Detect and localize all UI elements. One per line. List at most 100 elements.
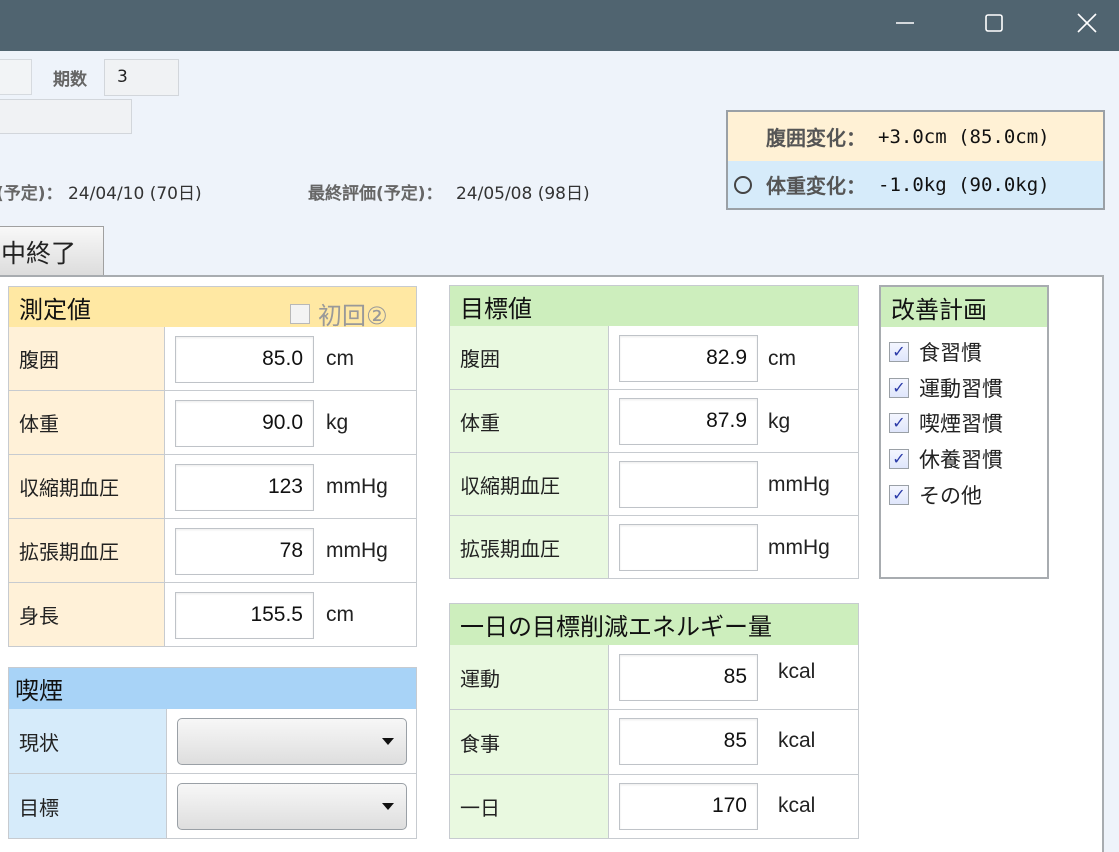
change-summary-box: 腹囲変化： +3.0cm (85.0cm) 体重変化： -1.0kg (90.0…	[726, 110, 1105, 210]
waist-change-row: 腹囲変化： +3.0cm (85.0cm)	[728, 112, 1103, 161]
energy-row-label: 運動	[460, 666, 500, 691]
energy-row-label: 一日	[460, 796, 500, 820]
first-visit-checkbox[interactable]: 初回②	[290, 296, 388, 331]
measure-row-label: 身長	[19, 604, 59, 628]
target-diastolic-input[interactable]	[619, 524, 758, 571]
plan-item-label: その他	[919, 484, 982, 508]
target-unit: kg	[768, 410, 791, 433]
close-icon	[1077, 13, 1097, 33]
target-unit: mmHg	[768, 536, 830, 559]
plan-item-label: 喫煙習慣	[919, 412, 1003, 436]
energy-unit: kcal	[778, 794, 816, 817]
chevron-down-icon	[382, 803, 394, 810]
daily-energy-input[interactable]: 170	[619, 783, 758, 830]
partial-input-field[interactable]	[0, 59, 32, 95]
period-label: 期数	[53, 70, 87, 90]
energy-row-label: 食事	[460, 731, 500, 756]
plan-item-exercise[interactable]: ✓ 運動習慣	[889, 373, 1003, 403]
measure-unit: cm	[326, 603, 354, 626]
checkbox-checked-icon: ✓	[889, 485, 909, 505]
measurements-title: 測定値	[19, 295, 91, 324]
checkbox-checked-icon: ✓	[889, 378, 909, 398]
smoking-row-label: 現状	[19, 730, 59, 755]
chevron-down-icon	[382, 738, 394, 745]
mid-evaluation-schedule: (予定)： 24/04/10 (70日)	[0, 179, 202, 204]
target-unit: mmHg	[768, 473, 830, 496]
weight-input[interactable]: 90.0	[175, 400, 314, 447]
weight-change-value: -1.0kg (90.0kg)	[878, 173, 1050, 196]
plan-item-other[interactable]: ✓ その他	[889, 480, 982, 510]
measure-row-label: 拡張期血圧	[19, 540, 119, 564]
maximize-button[interactable]	[971, 0, 1017, 46]
mid-evaluation-label: (予定)：	[0, 184, 63, 204]
diastolic-bp-input[interactable]: 78	[175, 528, 314, 575]
close-button[interactable]	[1064, 0, 1110, 46]
diet-energy-input[interactable]: 85	[619, 718, 758, 765]
targets-title: 目標値	[460, 294, 532, 323]
measurements-table: 測定値 初回② 腹囲 85.0 cm 体重 90.0 kg 収縮期血圧 123 …	[8, 286, 417, 647]
height-input[interactable]: 155.5	[175, 592, 314, 639]
targets-header: 目標値	[450, 286, 858, 326]
target-row-label: 腹囲	[460, 347, 500, 371]
measure-row-label: 腹囲	[19, 348, 59, 372]
target-row-label: 拡張期血圧	[460, 536, 560, 561]
target-unit: cm	[768, 347, 796, 370]
plan-item-label: 食習慣	[919, 341, 982, 365]
target-weight-input[interactable]: 87.9	[619, 398, 758, 445]
target-row-label: 収縮期血圧	[460, 473, 560, 498]
plan-header: 改善計画	[881, 287, 1047, 327]
tab-interim-end[interactable]: 中終了	[0, 226, 104, 276]
targets-table: 目標値 腹囲 82.9 cm 体重 87.9 kg 収縮期血圧 mmHg 拡張期…	[449, 285, 859, 579]
weight-change-label: 体重変化：	[766, 174, 866, 198]
title-bar	[0, 0, 1119, 51]
energy-unit: kcal	[778, 660, 816, 683]
energy-title: 一日の目標削減エネルギー量	[460, 613, 772, 641]
energy-table: 一日の目標削減エネルギー量 運動 85 kcal 食事 85 kcal 一日 1…	[449, 603, 859, 839]
maximize-icon	[985, 14, 1003, 32]
measure-unit: mmHg	[326, 475, 388, 498]
smoking-table: 喫煙 現状 目標	[8, 667, 417, 839]
smoking-title: 喫煙	[15, 677, 63, 705]
measure-unit: mmHg	[326, 539, 388, 562]
target-systolic-input[interactable]	[619, 461, 758, 508]
measure-row-label: 収縮期血圧	[19, 476, 119, 500]
first-visit-label: 初回②	[318, 302, 388, 330]
period-field[interactable]: 3	[104, 59, 179, 96]
target-row-label: 体重	[460, 410, 500, 435]
checkbox-checked-icon: ✓	[889, 449, 909, 469]
checkbox-checked-icon: ✓	[889, 342, 909, 362]
plan-item-label: 休養習慣	[919, 448, 1003, 472]
final-evaluation-value: 24/05/08 (98日)	[455, 184, 590, 204]
improvement-plan-panel: 改善計画 ✓ 食習慣 ✓ 運動習慣 ✓ 喫煙習慣 ✓ 休養習慣 ✓ その他	[879, 285, 1049, 579]
plan-item-rest[interactable]: ✓ 休養習慣	[889, 444, 1003, 474]
smoking-target-select[interactable]	[177, 783, 407, 830]
waist-input[interactable]: 85.0	[175, 336, 314, 383]
plan-title: 改善計画	[891, 295, 987, 324]
measure-unit: kg	[326, 411, 349, 434]
waist-change-label: 腹囲変化：	[766, 126, 866, 150]
final-evaluation-label: 最終評価(予定)：	[308, 184, 443, 204]
minimize-icon	[896, 22, 914, 24]
plan-item-diet[interactable]: ✓ 食習慣	[889, 337, 982, 367]
target-waist-input[interactable]: 82.9	[619, 335, 758, 382]
partial-input-field-2[interactable]	[0, 99, 132, 134]
smoking-row-label: 目標	[19, 795, 59, 820]
exercise-energy-input[interactable]: 85	[619, 654, 758, 701]
measure-row-label: 体重	[19, 412, 59, 436]
measure-unit: cm	[326, 347, 354, 370]
checkbox-icon	[290, 303, 310, 324]
energy-header: 一日の目標削減エネルギー量	[450, 604, 858, 645]
checkbox-checked-icon: ✓	[889, 413, 909, 433]
final-evaluation-schedule: 最終評価(予定)： 24/05/08 (98日)	[308, 179, 590, 204]
waist-change-value: +3.0cm (85.0cm)	[878, 125, 1050, 148]
smoking-status-select[interactable]	[177, 718, 407, 765]
systolic-bp-input[interactable]: 123	[175, 464, 314, 511]
plan-item-label: 運動習慣	[919, 377, 1003, 401]
weight-change-row: 体重変化： -1.0kg (90.0kg)	[728, 161, 1103, 208]
energy-unit: kcal	[778, 729, 816, 752]
circle-icon	[734, 175, 752, 194]
divider	[164, 327, 165, 646]
divider	[608, 645, 609, 838]
minimize-button[interactable]	[882, 0, 928, 46]
plan-item-smoking[interactable]: ✓ 喫煙習慣	[889, 408, 1003, 438]
